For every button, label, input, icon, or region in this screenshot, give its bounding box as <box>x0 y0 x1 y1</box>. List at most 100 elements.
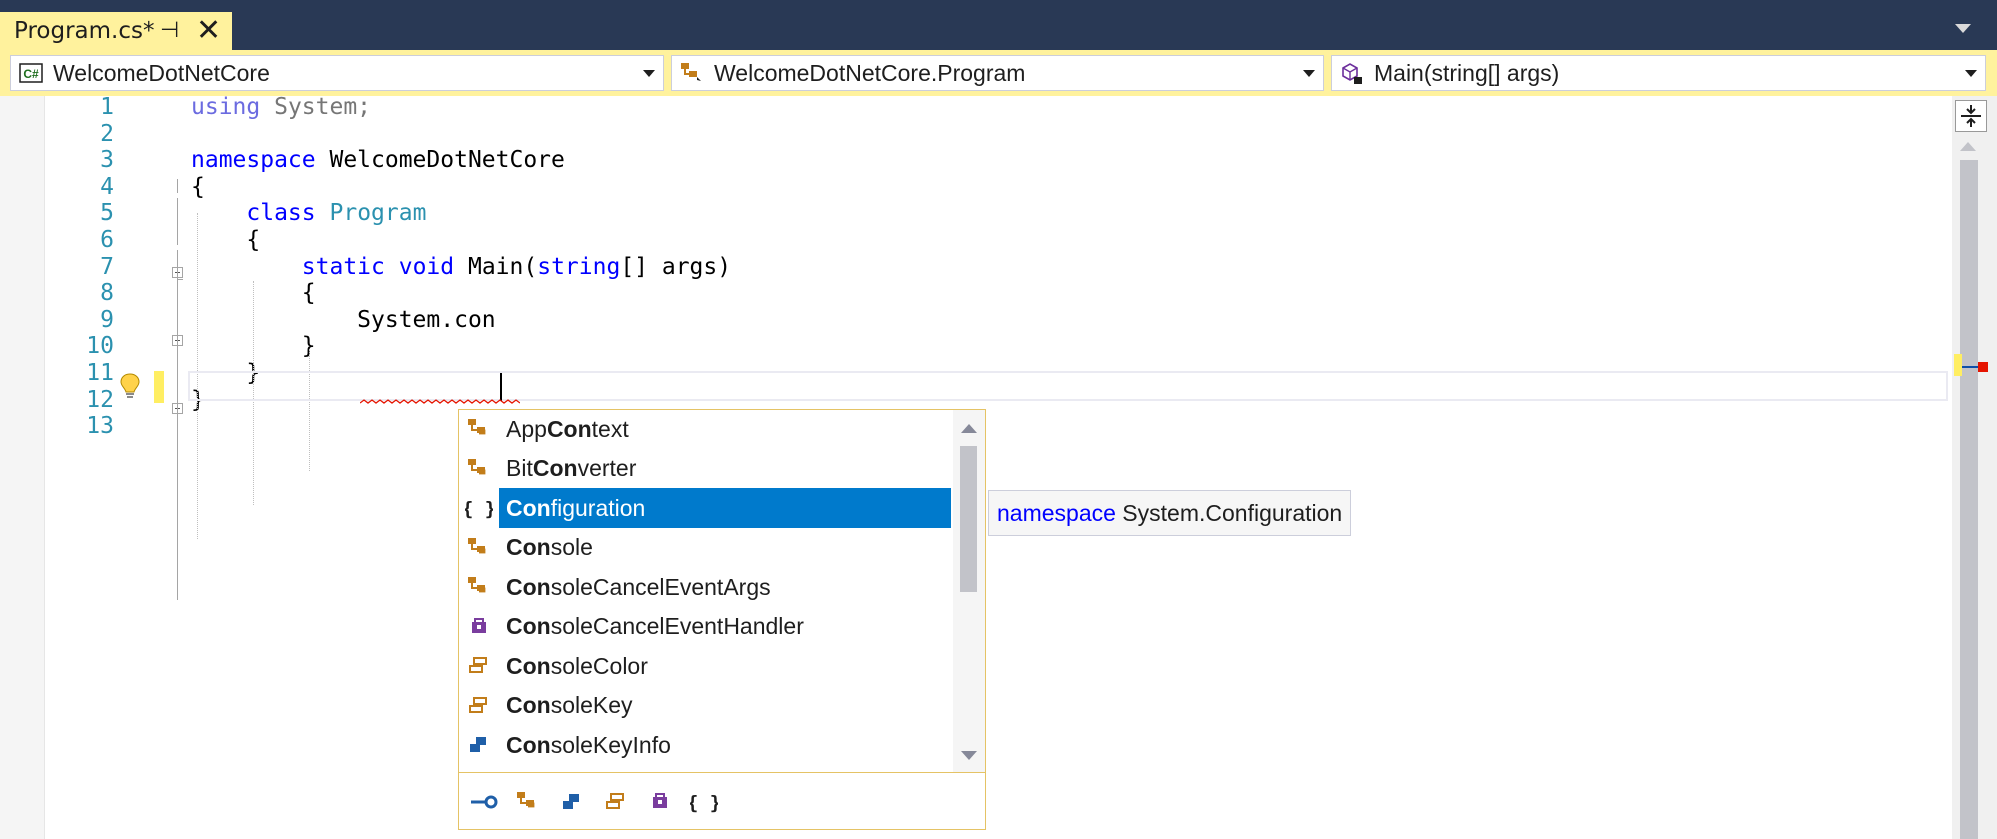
change-map-marker <box>1954 354 1962 376</box>
class-icon <box>459 410 499 449</box>
label-suffix: soleKey <box>550 692 633 718</box>
code-token: string <box>537 253 621 280</box>
tab-program-cs[interactable]: Program.cs* ⊣ ✕ <box>0 12 232 50</box>
lightbulb-icon[interactable] <box>118 372 142 404</box>
namespace-icon: { } <box>459 488 499 528</box>
class-filter-icon[interactable] <box>511 785 545 819</box>
code-editor[interactable]: 1 2 3 4 5 6 7 8 9 10 11 12 13 using System; namespace… <box>0 94 1997 839</box>
completion-item[interactable]: Console <box>459 528 951 568</box>
label-suffix: figuration <box>550 494 646 521</box>
outline-line <box>177 250 178 600</box>
member-label: Main(string[] args) <box>1374 59 1560 86</box>
code-token: [] args) <box>620 253 732 280</box>
unsaved-change-marker <box>154 371 164 403</box>
label-prefix: Bit <box>506 455 533 481</box>
enum-icon <box>459 686 499 726</box>
class-icon <box>459 528 499 568</box>
structure-guide <box>309 349 310 471</box>
code-line[interactable]: using System; <box>191 90 371 124</box>
completion-item[interactable]: { } Configuration <box>459 488 951 528</box>
completion-item-label: ConsoleCancelEventHandler <box>506 613 804 640</box>
chevron-down-icon <box>1965 70 1977 77</box>
namespace-filter-icon[interactable]: { } <box>687 785 721 819</box>
label-suffix: verter <box>577 455 637 481</box>
text-caret <box>500 373 502 401</box>
gutter-divider <box>44 96 45 839</box>
label-suffix: soleCancelEventHandler <box>550 613 804 639</box>
completion-item[interactable]: ConsoleKeyInfo <box>459 725 951 765</box>
scroll-down-arrow-icon[interactable] <box>961 751 977 760</box>
csharp-project-icon: C# <box>17 59 45 87</box>
member-dropdown[interactable]: Main(string[] args) <box>1331 55 1986 91</box>
label-match: Con <box>506 613 551 639</box>
type-label: WelcomeDotNetCore.Program <box>714 59 1026 86</box>
chevron-down-icon <box>1303 70 1315 77</box>
delegate-icon <box>459 607 499 647</box>
label-suffix: text <box>591 415 629 442</box>
label-match: Con <box>506 573 551 600</box>
completion-item-label: Console <box>506 534 593 561</box>
intellisense-completion-list[interactable]: AppContextBitConverter{ }ConfigurationCo… <box>458 409 986 830</box>
scroll-up-arrow-icon[interactable] <box>1960 142 1976 151</box>
enum-filter-icon[interactable] <box>599 785 633 819</box>
tooltip-name: System.Configuration <box>1115 499 1343 526</box>
project-dropdown[interactable]: C# WelcomeDotNetCore <box>10 55 664 91</box>
outline-line <box>177 198 178 245</box>
struct-filter-icon[interactable] <box>555 785 589 819</box>
close-icon[interactable]: ✕ <box>196 12 221 50</box>
label-match: Con <box>546 415 592 442</box>
completion-item[interactable]: ConsoleKey <box>459 686 951 726</box>
completion-item-label: BitConverter <box>506 455 636 482</box>
completion-item[interactable]: BitConverter <box>459 449 951 489</box>
enum-icon <box>459 646 499 686</box>
svg-text:C#: C# <box>23 67 39 81</box>
completion-items[interactable]: AppContextBitConverter{ }ConfigurationCo… <box>459 410 959 772</box>
completion-item-label: ConsoleCancelEventArgs <box>506 574 771 601</box>
quick-info-tooltip: namespace System.Configuration <box>988 490 1352 536</box>
completion-filter-bar: { } <box>459 772 985 829</box>
completion-item[interactable]: ConsoleCancelEventArgs <box>459 567 951 607</box>
pin-icon[interactable]: ⊣ <box>160 18 179 43</box>
delegate-filter-icon[interactable] <box>643 785 677 819</box>
code-token: Main( <box>454 253 538 280</box>
completion-scrollbar-thumb[interactable] <box>960 446 977 592</box>
error-squiggle <box>360 399 520 404</box>
current-line-highlight <box>188 371 1948 401</box>
completion-item[interactable]: AppContext <box>459 410 951 449</box>
class-icon <box>459 567 499 607</box>
completion-item-label: ConsoleColor <box>506 653 648 680</box>
code-token: Program <box>329 200 427 227</box>
label-match: Con <box>506 534 551 560</box>
completion-item[interactable]: ConsoleColor <box>459 646 951 686</box>
code-token: void <box>398 253 455 280</box>
scroll-up-arrow-icon[interactable] <box>961 424 977 433</box>
svg-text:{ }: { } <box>690 792 718 814</box>
code-token: using <box>191 94 261 120</box>
label-match: Con <box>506 494 551 521</box>
class-icon <box>678 59 706 87</box>
scrollbar-thumb[interactable] <box>1960 160 1978 839</box>
type-dropdown[interactable]: WelcomeDotNetCore.Program <box>671 55 1324 91</box>
interface-filter-icon[interactable] <box>467 785 501 819</box>
label-suffix: soleCancelEventArgs <box>550 573 771 600</box>
line-number: 13 <box>86 413 114 440</box>
label-match: Con <box>506 652 551 679</box>
method-icon <box>1338 59 1366 87</box>
outline-line <box>177 279 183 280</box>
tooltip-keyword: namespace <box>997 499 1116 526</box>
struct-icon <box>459 725 499 765</box>
error-marker[interactable] <box>1978 362 1988 372</box>
code-line[interactable]: namespace WelcomeDotNetCore <box>191 143 565 177</box>
completion-item[interactable]: ConsoleCancelEventHandler <box>459 607 951 647</box>
label-match: Con <box>506 692 551 718</box>
svg-text:{ }: { } <box>465 498 493 520</box>
label-match: Con <box>506 731 551 758</box>
tab-overflow-chevron-icon[interactable] <box>1955 24 1971 33</box>
glyph-margin[interactable] <box>0 96 44 839</box>
split-editor-icon[interactable] <box>1955 100 1987 132</box>
completion-item-label: ConsoleKey <box>506 692 633 719</box>
project-label: WelcomeDotNetCore <box>53 59 270 86</box>
code-token: System; <box>260 94 372 120</box>
tab-title: Program.cs* <box>14 18 155 44</box>
